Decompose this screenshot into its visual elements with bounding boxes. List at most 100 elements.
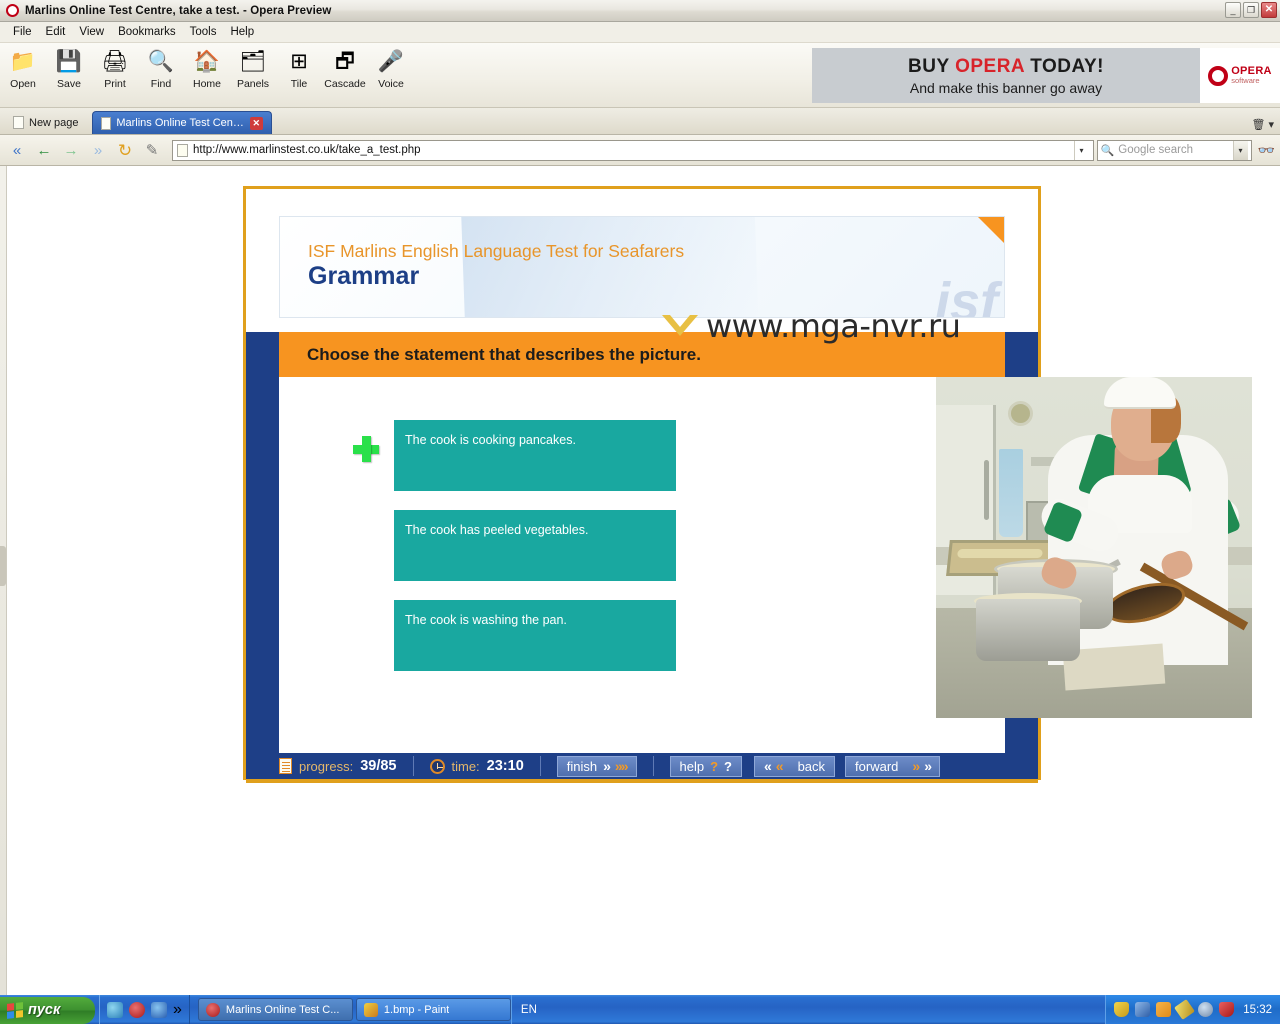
quicklaunch-browser-icon[interactable]	[107, 1001, 123, 1018]
glasses-icon[interactable]: 👓	[1258, 142, 1275, 159]
windows-flag-icon	[7, 1001, 23, 1019]
toolbar-button-print[interactable]: 🖨 Print	[92, 46, 138, 104]
toolbar-button-voice[interactable]: 🎤 Voice	[368, 46, 414, 104]
menu-file[interactable]: File	[6, 24, 39, 40]
forward-button[interactable]: forward »»	[845, 755, 940, 777]
question-bar: Choose the statement that describes the …	[279, 332, 1005, 377]
search-placeholder: Google search	[1118, 144, 1194, 156]
taskbar-item-opera-label: Marlins Online Test C...	[225, 1003, 340, 1016]
test-footer: progress: 39/85 time: 23:10 finish »»» h…	[246, 753, 1038, 779]
new-page-icon	[13, 116, 24, 129]
footer-divider-2	[539, 756, 541, 776]
answer-option-2[interactable]: The cook has peeled vegetables.	[394, 510, 676, 581]
toolbar-button-cascade[interactable]: 🗗 Cascade	[322, 46, 368, 104]
banner-headline: BUY OPERA TODAY!	[908, 56, 1104, 78]
restore-button[interactable]: ❐	[1243, 2, 1259, 18]
clock-icon	[429, 758, 445, 774]
test-subtitle: ISF Marlins English Language Test for Se…	[308, 241, 685, 261]
panel-handle[interactable]	[0, 546, 6, 586]
toolbar-button-save[interactable]: 💾 Save	[46, 46, 92, 104]
address-toolbar: « ← → » ↻ ✎ http://www.marlinstest.co.uk…	[0, 135, 1280, 166]
floppy-icon: 💾	[55, 49, 83, 73]
start-label: пуск	[28, 1002, 61, 1018]
answer-option-1[interactable]: The cook is cooking pancakes.	[394, 420, 676, 491]
menu-edit[interactable]: Edit	[39, 24, 73, 40]
toolbar-label-open: Open	[10, 78, 36, 90]
shield-icon[interactable]	[1114, 1002, 1130, 1017]
printer-icon: 🖨	[101, 49, 129, 73]
security-alert-icon[interactable]	[1219, 1002, 1235, 1017]
rewind-icon[interactable]: «	[5, 139, 29, 161]
menu-help[interactable]: Help	[223, 24, 261, 40]
quicklaunch-overflow-icon[interactable]: »	[173, 1001, 182, 1019]
opera-ad-banner[interactable]: BUY OPERA TODAY! And make this banner go…	[812, 48, 1200, 103]
menu-view[interactable]: View	[72, 24, 111, 40]
paint-icon	[363, 1002, 378, 1017]
magnifier-icon: 🔍	[147, 49, 175, 73]
menubar: File Edit View Bookmarks Tools Help	[0, 22, 1280, 43]
trash-icon: 🗑	[1251, 119, 1266, 131]
header-corner-fold-icon	[978, 217, 1004, 243]
left-blue-bar	[246, 332, 279, 753]
toolbar-button-tile[interactable]: ⊞ Tile	[276, 46, 322, 104]
tab-new-page[interactable]: New page	[5, 111, 87, 134]
back-icon[interactable]: ←	[32, 139, 56, 161]
url-input[interactable]: http://www.marlinstest.co.uk/take_a_test…	[172, 139, 1094, 161]
network-icon[interactable]	[1135, 1002, 1151, 1017]
progress-value: 39/85	[360, 758, 397, 774]
folder-icon[interactable]	[1156, 1002, 1172, 1017]
tab-marlins-test[interactable]: Marlins Online Test Centr... ✕	[91, 111, 272, 134]
back-arrow-white-icon: «	[763, 758, 772, 774]
back-arrows-icon: «	[775, 758, 784, 774]
toolbar-button-panels[interactable]: 🗂 Panels	[230, 46, 276, 104]
back-label: back	[797, 758, 826, 774]
help-button[interactable]: help ??	[669, 755, 742, 777]
window-controls: _ ❐ ✕	[1225, 2, 1277, 18]
toolbar-button-open[interactable]: 📁 Open	[0, 46, 46, 104]
page-icon	[100, 116, 112, 130]
url-dropdown-icon[interactable]: ▾	[1073, 140, 1089, 160]
forward-icon[interactable]: →	[59, 139, 83, 161]
finish-button[interactable]: finish »»»	[556, 755, 637, 777]
pencil-icon[interactable]	[1174, 999, 1196, 1020]
taskbar-clock[interactable]: 15:32	[1243, 1004, 1272, 1016]
toolbar-label-save: Save	[57, 78, 81, 90]
taskbar-item-opera[interactable]: Marlins Online Test C...	[197, 998, 353, 1021]
toolbar-button-find[interactable]: 🔍 Find	[138, 46, 184, 104]
search-input[interactable]: 🔍 Google search ▾	[1096, 139, 1252, 161]
tab-new-page-label: New page	[29, 116, 79, 129]
question-photo	[936, 377, 1252, 718]
menu-bookmarks[interactable]: Bookmarks	[111, 24, 183, 40]
panels-icon: 🗂	[239, 49, 267, 73]
edit-icon[interactable]: ✎	[140, 139, 164, 161]
language-indicator[interactable]: EN	[510, 995, 546, 1024]
menu-tools[interactable]: Tools	[183, 24, 224, 40]
chevron-down-icon: ▾	[1268, 119, 1274, 131]
close-button[interactable]: ✕	[1261, 2, 1277, 18]
fast-forward-icon[interactable]: »	[86, 139, 110, 161]
minimize-button[interactable]: _	[1225, 2, 1241, 18]
taskbar-window-list: Marlins Online Test C... 1.bmp - Paint	[197, 998, 511, 1021]
reload-icon[interactable]: ↻	[113, 139, 137, 161]
toolbar-label-print: Print	[104, 78, 126, 90]
clock-icon[interactable]	[1198, 1002, 1214, 1017]
banner-buy-text: BUY	[908, 55, 956, 77]
quick-launch-bar: »	[99, 995, 190, 1024]
document-icon	[279, 758, 292, 774]
banner-opera-text: OPERA	[955, 55, 1025, 77]
forward-arrow-white-icon: »	[924, 758, 932, 774]
tab-close-icon[interactable]: ✕	[249, 116, 263, 130]
start-button[interactable]: пуск	[0, 996, 95, 1024]
tab-marlins-label: Marlins Online Test Centr...	[116, 117, 245, 129]
quicklaunch-media-icon[interactable]	[151, 1001, 167, 1018]
answer-option-row-1: The cook is cooking pancakes.	[353, 420, 676, 510]
search-dropdown-icon[interactable]: ▾	[1232, 140, 1248, 160]
back-button[interactable]: «« back	[753, 755, 836, 777]
toolbar-button-home[interactable]: 🏠 Home	[184, 46, 230, 104]
opera-software-logo: OPERA software	[1200, 48, 1280, 103]
taskbar-item-paint[interactable]: 1.bmp - Paint	[355, 998, 511, 1021]
quicklaunch-opera-icon[interactable]	[129, 1001, 145, 1018]
answer-option-3[interactable]: The cook is washing the pan.	[394, 600, 676, 671]
answer-option-row-3: The cook is washing the pan.	[361, 600, 676, 690]
tab-trash-control[interactable]: 🗑 ▾	[1252, 118, 1275, 131]
